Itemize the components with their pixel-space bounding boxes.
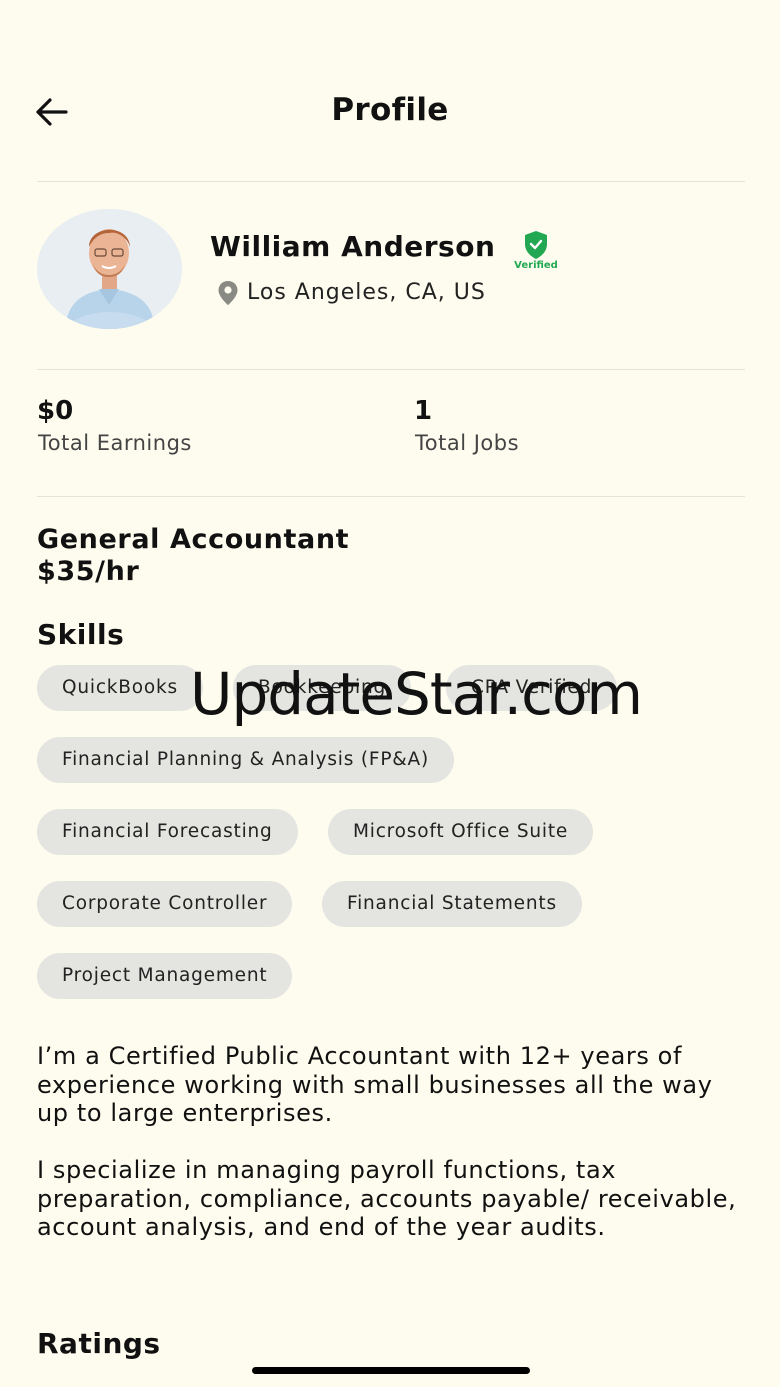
skills-title: Skills <box>37 618 125 651</box>
verified-label: Verified <box>514 260 558 271</box>
status-bar <box>0 22 780 52</box>
skill-chip[interactable]: Financial Statements <box>322 881 582 927</box>
total-earnings-value: $0 <box>37 396 74 426</box>
total-earnings-label: Total Earnings <box>38 431 192 455</box>
skill-chip[interactable]: CPA Verified <box>446 665 618 711</box>
ratings-title: Ratings <box>37 1327 161 1360</box>
skill-chip[interactable]: QuickBooks <box>37 665 203 711</box>
profile-name: William Anderson <box>210 230 496 263</box>
bio-paragraph: I specialize in managing payroll functio… <box>37 1156 737 1241</box>
total-jobs-label: Total Jobs <box>415 431 520 455</box>
skill-chip[interactable]: Bookkeeping <box>233 665 412 711</box>
divider <box>37 181 745 182</box>
hourly-rate: $35/hr <box>37 556 140 587</box>
bio-paragraph: I’m a Certified Public Accountant with 1… <box>37 1042 713 1127</box>
total-jobs-value: 1 <box>414 396 433 426</box>
skill-chip[interactable]: Microsoft Office Suite <box>328 809 594 855</box>
location-pin-icon <box>217 280 239 306</box>
skill-chip[interactable]: Financial Planning & Analysis (FP&A) <box>37 737 454 783</box>
page-title: Profile <box>331 92 449 128</box>
divider <box>37 496 745 497</box>
skill-chip[interactable]: Financial Forecasting <box>37 809 298 855</box>
profile-location: Los Angeles, CA, US <box>247 280 486 305</box>
home-indicator <box>252 1367 530 1374</box>
avatar <box>37 209 182 329</box>
skill-chip[interactable]: Project Management <box>37 953 293 999</box>
skill-chip[interactable]: Corporate Controller <box>37 881 293 927</box>
divider <box>37 369 745 370</box>
job-title: General Accountant <box>37 524 350 555</box>
